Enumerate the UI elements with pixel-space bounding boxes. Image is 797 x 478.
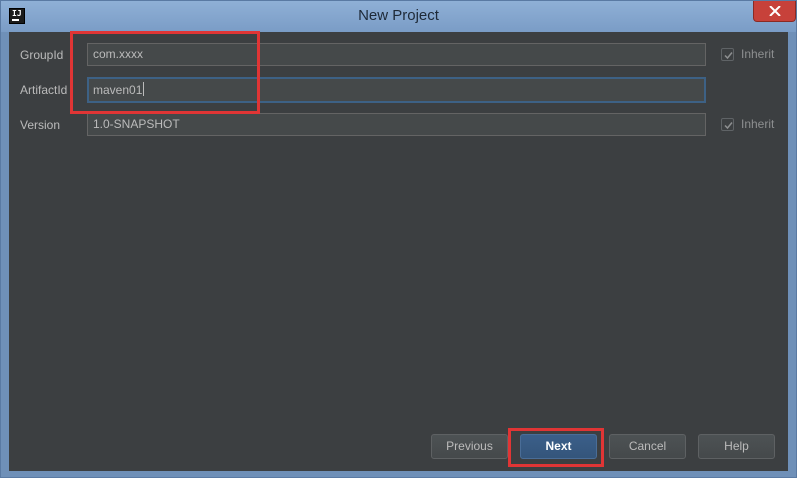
check-icon: [724, 52, 733, 60]
version-field[interactable]: 1.0-SNAPSHOT: [87, 113, 706, 136]
cancel-button[interactable]: Cancel: [609, 434, 686, 459]
group-id-inherit-label: Inherit: [741, 47, 775, 61]
close-button[interactable]: [753, 1, 796, 22]
help-button[interactable]: Help: [698, 434, 775, 459]
version-inherit-checkbox[interactable]: [721, 118, 734, 131]
title-bar[interactable]: IJ New Project: [1, 1, 796, 32]
version-inherit-label: Inherit: [741, 117, 775, 131]
window-title: New Project: [358, 7, 439, 24]
annotation-box-fields: [70, 31, 260, 114]
previous-button[interactable]: Previous: [431, 434, 508, 459]
group-id-inherit-checkbox[interactable]: [721, 48, 734, 61]
annotation-box-next: [508, 428, 604, 467]
version-label: Version: [20, 118, 61, 132]
check-icon: [724, 122, 733, 130]
close-icon: [769, 6, 781, 16]
